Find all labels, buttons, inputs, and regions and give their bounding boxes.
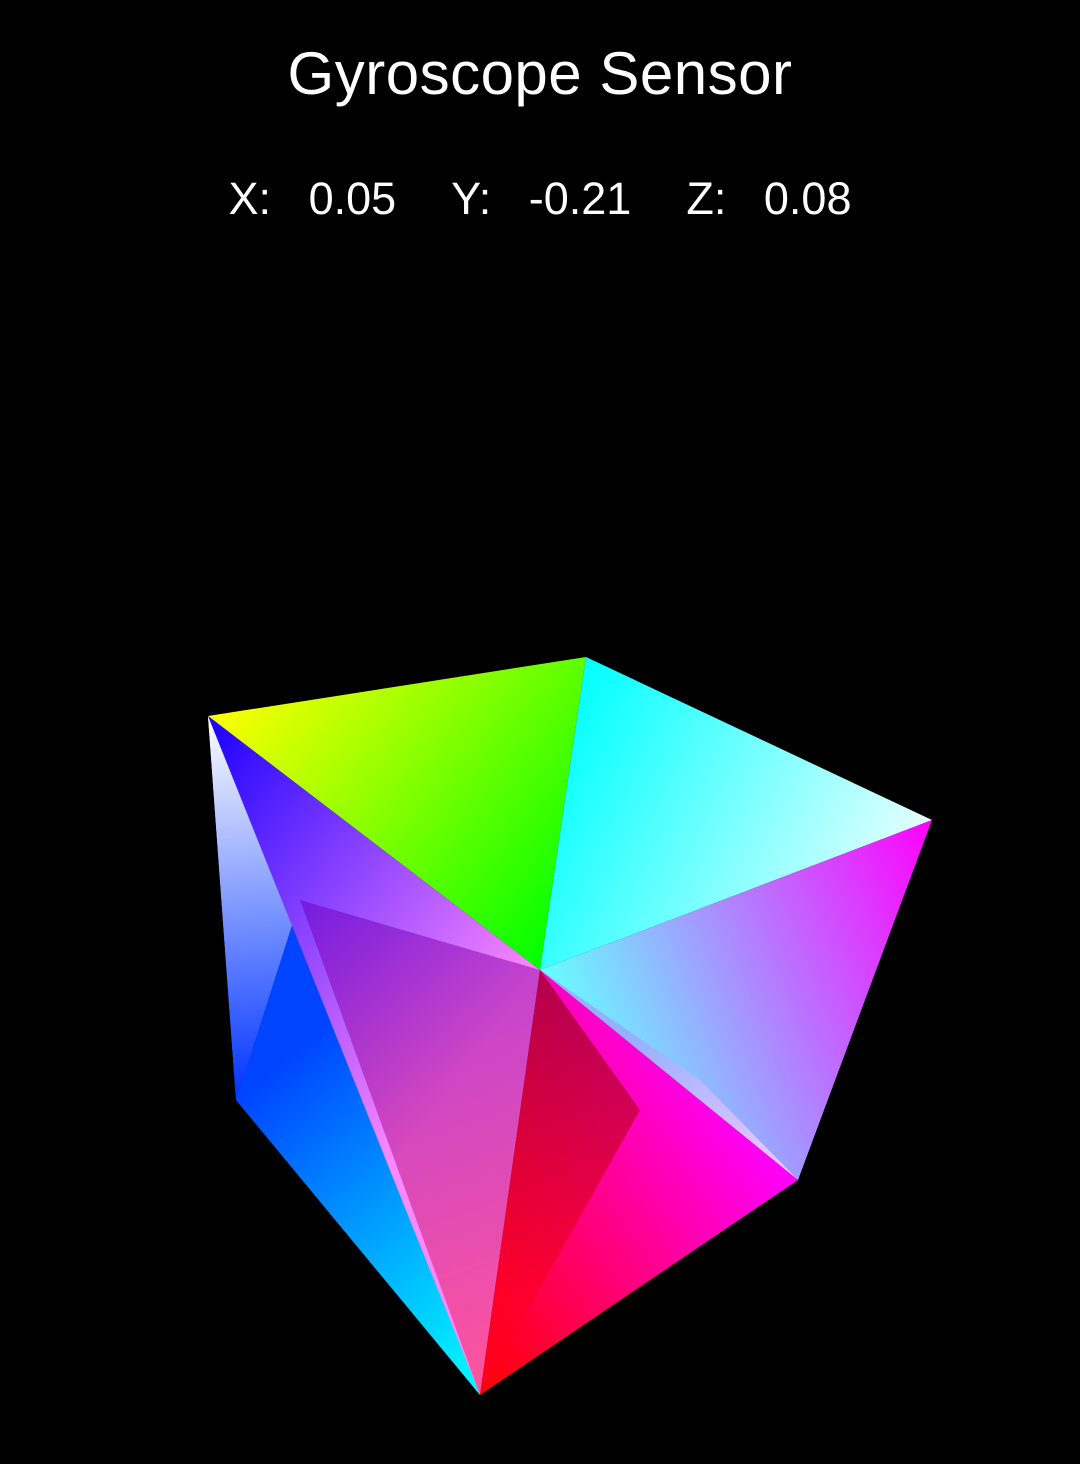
- cube-view: [208, 657, 932, 1395]
